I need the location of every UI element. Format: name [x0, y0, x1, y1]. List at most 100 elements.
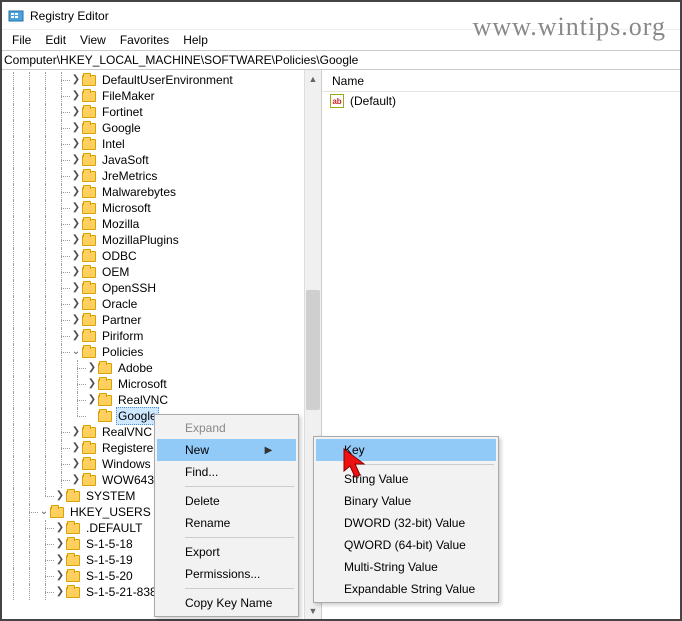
chevron-right-icon[interactable]: ❯ [70, 296, 82, 312]
cm-new-multistring[interactable]: Multi-String Value [316, 556, 496, 578]
chevron-right-icon[interactable]: ❯ [86, 360, 98, 376]
cm-export[interactable]: Export [157, 541, 296, 563]
cm-new-string[interactable]: String Value [316, 468, 496, 490]
chevron-right-icon[interactable]: ❯ [70, 440, 82, 456]
tree-item-label: Oracle [100, 296, 139, 312]
chevron-right-icon[interactable]: ❯ [70, 120, 82, 136]
folder-icon [82, 347, 96, 358]
tree-item[interactable]: ❯DefaultUserEnvironment [6, 72, 321, 88]
address-bar[interactable]: Computer\HKEY_LOCAL_MACHINE\SOFTWARE\Pol… [2, 50, 680, 70]
folder-icon [82, 107, 96, 118]
cm-copy-key-name[interactable]: Copy Key Name [157, 592, 296, 614]
chevron-right-icon[interactable]: ❯ [70, 168, 82, 184]
tree-item[interactable]: ❯OEM [6, 264, 321, 280]
tree-item-label: S-1-5-18 [84, 536, 135, 552]
tree-item[interactable]: ❯FileMaker [6, 88, 321, 104]
tree-item[interactable]: ❯MozillaPlugins [6, 232, 321, 248]
chevron-right-icon[interactable]: ❯ [70, 328, 82, 344]
chevron-right-icon[interactable]: ❯ [54, 488, 66, 504]
list-row-default[interactable]: ab (Default) [322, 92, 680, 110]
chevron-right-icon[interactable]: ❯ [70, 264, 82, 280]
folder-icon [82, 331, 96, 342]
tree-item[interactable]: ❯Malwarebytes [6, 184, 321, 200]
scroll-up-icon[interactable]: ▲ [305, 70, 321, 87]
chevron-right-icon[interactable]: ❯ [70, 72, 82, 88]
chevron-right-icon[interactable]: ❯ [70, 456, 82, 472]
list-header-name[interactable]: Name [322, 70, 680, 92]
context-menu[interactable]: Expand New▶ Find... Delete Rename Export… [154, 414, 299, 617]
tree-item[interactable]: ❯JavaSoft [6, 152, 321, 168]
context-submenu-new[interactable]: Key String Value Binary Value DWORD (32-… [313, 436, 499, 603]
tree-item[interactable]: ❯RealVNC [6, 392, 321, 408]
tree-item[interactable]: ❯JreMetrics [6, 168, 321, 184]
chevron-right-icon[interactable]: ❯ [70, 152, 82, 168]
chevron-right-icon[interactable]: ❯ [70, 424, 82, 440]
chevron-right-icon[interactable]: ❯ [70, 280, 82, 296]
tree-item[interactable]: ❯ Mozilla [6, 216, 321, 232]
folder-icon [82, 235, 96, 246]
folder-icon [66, 539, 80, 550]
chevron-right-icon[interactable]: ❯ [54, 584, 66, 600]
scroll-down-icon[interactable]: ▼ [305, 602, 321, 619]
string-value-icon: ab [330, 94, 344, 108]
tree-item-label: Microsoft [116, 376, 169, 392]
cm-delete[interactable]: Delete [157, 490, 296, 512]
chevron-right-icon[interactable]: ❯ [70, 232, 82, 248]
tree-item[interactable]: ❯Microsoft [6, 200, 321, 216]
chevron-right-icon[interactable]: ❯ [70, 472, 82, 488]
chevron-right-icon[interactable]: ❯ [70, 248, 82, 264]
folder-icon [82, 139, 96, 150]
folder-icon [82, 203, 96, 214]
chevron-right-icon[interactable]: ❯ [70, 136, 82, 152]
cm-find[interactable]: Find... [157, 461, 296, 483]
chevron-right-icon[interactable]: ❯ [86, 376, 98, 392]
chevron-right-icon[interactable]: ❯ [54, 520, 66, 536]
menu-help[interactable]: Help [177, 31, 214, 49]
cm-new-binary[interactable]: Binary Value [316, 490, 496, 512]
chevron-right-icon[interactable]: ❯ [70, 88, 82, 104]
cm-rename[interactable]: Rename [157, 512, 296, 534]
folder-icon [82, 155, 96, 166]
tree-item-label: Mozilla [100, 216, 141, 232]
tree-item[interactable]: ❯ Microsoft [6, 376, 321, 392]
tree-item-label: ODBC [100, 248, 139, 264]
chevron-right-icon[interactable]: ❯ [70, 312, 82, 328]
cm-expand[interactable]: Expand [157, 417, 296, 439]
chevron-right-icon[interactable]: ❯ [54, 568, 66, 584]
tree-item[interactable]: ❯Fortinet [6, 104, 321, 120]
chevron-right-icon[interactable]: ❯ [54, 536, 66, 552]
chevron-right-icon[interactable]: ❯ [70, 200, 82, 216]
menu-view[interactable]: View [74, 31, 112, 49]
tree-item[interactable]: ❯Google [6, 120, 321, 136]
chevron-down-icon[interactable]: ⌄ [38, 504, 50, 520]
scroll-thumb[interactable] [306, 290, 320, 410]
tree-item[interactable]: ❯ Oracle [6, 296, 321, 312]
chevron-right-icon[interactable]: ❯ [70, 216, 82, 232]
tree-item[interactable]: ⌄Policies [6, 344, 321, 360]
menu-favorites[interactable]: Favorites [114, 31, 175, 49]
tree-item[interactable]: ❯Partner [6, 312, 321, 328]
cm-new[interactable]: New▶ [157, 439, 296, 461]
chevron-right-icon[interactable]: ❯ [86, 392, 98, 408]
chevron-right-icon[interactable]: ❯ [70, 104, 82, 120]
chevron-right-icon[interactable]: ❯ [70, 184, 82, 200]
menu-file[interactable]: File [6, 31, 37, 49]
cm-new-expstring[interactable]: Expandable String Value [316, 578, 496, 600]
tree-item[interactable]: ❯ Intel [6, 136, 321, 152]
tree-item[interactable]: ❯Piriform [6, 328, 321, 344]
menu-bar: File Edit View Favorites Help [2, 30, 680, 50]
cm-new-dword[interactable]: DWORD (32-bit) Value [316, 512, 496, 534]
tree-item[interactable]: ❯ ODBC [6, 248, 321, 264]
tree-item[interactable]: ❯OpenSSH [6, 280, 321, 296]
cm-permissions[interactable]: Permissions... [157, 563, 296, 585]
folder-icon [82, 187, 96, 198]
menu-edit[interactable]: Edit [39, 31, 72, 49]
folder-icon [82, 443, 96, 454]
tree-item-label: S-1-5-19 [84, 552, 135, 568]
cm-new-qword[interactable]: QWORD (64-bit) Value [316, 534, 496, 556]
cm-new-key[interactable]: Key [316, 439, 496, 461]
tree-item-label: Intel [100, 136, 127, 152]
tree-item[interactable]: ❯Adobe [6, 360, 321, 376]
chevron-down-icon[interactable]: ⌄ [70, 344, 82, 360]
chevron-right-icon[interactable]: ❯ [54, 552, 66, 568]
